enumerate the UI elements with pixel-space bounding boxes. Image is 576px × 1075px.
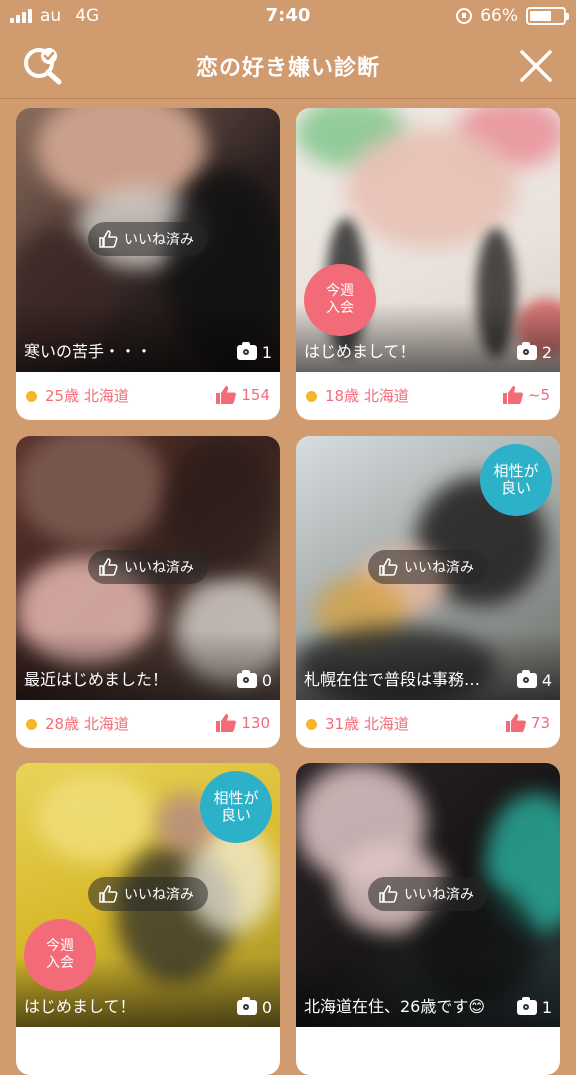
status-bar: au 4G 7:40 66% [0,0,576,34]
photo-count: 2 [516,342,552,362]
photo-count-value: 2 [541,343,552,362]
profile-card[interactable]: いいね済み 北海道在住、26歳です😊 1 [296,763,560,1075]
profile-card[interactable]: 相性が 良い いいね済み 札幌在住で普段は事務… 4 31歳 北海道 73 [296,436,560,748]
photo-count-value: 0 [261,998,272,1017]
profile-photo: 今週 入会 はじめまして！ 2 [296,108,560,372]
like-count: ~5 [502,385,550,405]
liked-label: いいね済み [124,560,194,576]
photo-count-value: 4 [541,671,552,690]
camera-icon [516,342,537,360]
like-count-value: 130 [241,714,270,732]
good-match-badge: 相性が 良い [200,771,272,843]
profile-info: 25歳 北海道 154 [16,372,280,420]
profile-caption: 北海道在住、26歳です😊 [304,997,486,1016]
photo-count: 0 [236,997,272,1017]
close-icon [520,50,552,82]
profile-card[interactable]: いいね済み 寒いの苦手・・・ 1 25歳 北海道 154 [16,108,280,420]
age-label: 18歳 [325,387,360,405]
battery-icon [526,7,569,25]
photo-count: 1 [516,997,552,1017]
good-match-badge: 相性が 良い [480,444,552,516]
profile-caption: はじめまして！ [304,342,416,361]
liked-label: いいね済み [124,232,194,248]
area-label: 北海道 [363,715,409,733]
profile-card[interactable]: 今週 入会 はじめまして！ 2 18歳 北海道 ~5 [296,108,560,420]
age-label: 31歳 [325,715,360,733]
status-dot [26,391,37,402]
camera-icon [516,670,537,688]
area-label: 北海道 [83,715,129,733]
profile-caption: 最近はじめました！ [24,670,169,689]
photo-count-value: 1 [541,998,552,1017]
liked-indicator: いいね済み [88,877,208,911]
camera-icon [236,997,257,1015]
like-count: 73 [505,713,550,733]
profile-info: 18歳 北海道 ~5 [296,372,560,420]
photo-count: 0 [236,670,272,690]
status-dot [306,391,317,402]
profile-caption: はじめまして！ [24,997,136,1016]
liked-indicator: いいね済み [88,550,208,584]
like-count-value: 154 [241,386,270,404]
thumbs-up-outline-icon [99,885,118,903]
profile-card[interactable]: いいね済み 最近はじめました！ 0 28歳 北海道 130 [16,436,280,748]
liked-label: いいね済み [404,887,474,903]
age-label: 25歳 [45,387,80,405]
like-count-value: 73 [530,714,550,732]
status-dot [26,719,37,730]
profile-info: 31歳 北海道 73 [296,700,560,748]
area-label: 北海道 [363,387,409,405]
thumbs-up-outline-icon [99,558,118,576]
profile-caption: 札幌在住で普段は事務… [304,670,481,689]
camera-icon [236,670,257,688]
close-button[interactable] [518,48,554,84]
photo-count: 1 [236,342,272,362]
thumbs-up-icon [216,386,237,404]
profile-photo: 相性が 良い いいね済み 札幌在住で普段は事務… 4 [296,436,560,700]
photo-count-value: 1 [261,343,272,362]
age-label: 28歳 [45,715,80,733]
profile-info: 28歳 北海道 130 [16,700,280,748]
thumbs-up-outline-icon [379,885,398,903]
new-member-badge: 今週 入会 [304,264,376,336]
photo-count: 4 [516,670,552,690]
like-count: 154 [215,385,270,405]
area-label: 北海道 [83,387,129,405]
photo-count-value: 0 [261,671,272,690]
liked-label: いいね済み [404,560,474,576]
camera-icon [236,342,257,360]
thumbs-up-outline-icon [379,558,398,576]
liked-indicator: いいね済み [88,222,208,256]
page-title: 恋の好き嫌い診断 [195,56,380,81]
profile-photo: いいね済み 北海道在住、26歳です😊 1 [296,763,560,1027]
thumbs-up-icon [216,714,237,732]
battery-percent: 66% [480,6,518,26]
app-header: 恋の好き嫌い診断 [0,34,576,98]
profile-photo: いいね済み 最近はじめました！ 0 [16,436,280,700]
liked-label: いいね済み [124,887,194,903]
thumbs-up-outline-icon [99,230,118,248]
thumbs-up-icon [505,714,526,732]
liked-indicator: いいね済み [368,550,488,584]
like-count-value: ~5 [527,386,550,404]
profile-caption: 寒いの苦手・・・ [24,342,153,361]
profile-photo: いいね済み 寒いの苦手・・・ 1 [16,108,280,372]
rotation-lock-icon [456,8,473,24]
camera-icon [516,997,537,1015]
thumbs-up-icon [502,386,523,404]
header-divider [0,98,576,99]
new-member-badge: 今週 入会 [24,919,96,991]
profile-card[interactable]: 相性が 良い 今週 入会 いいね済み はじめまして！ 0 [16,763,280,1075]
like-count: 130 [215,713,270,733]
liked-indicator: いいね済み [368,877,488,911]
status-dot [306,719,317,730]
profile-photo: 相性が 良い 今週 入会 いいね済み はじめまして！ 0 [16,763,280,1027]
